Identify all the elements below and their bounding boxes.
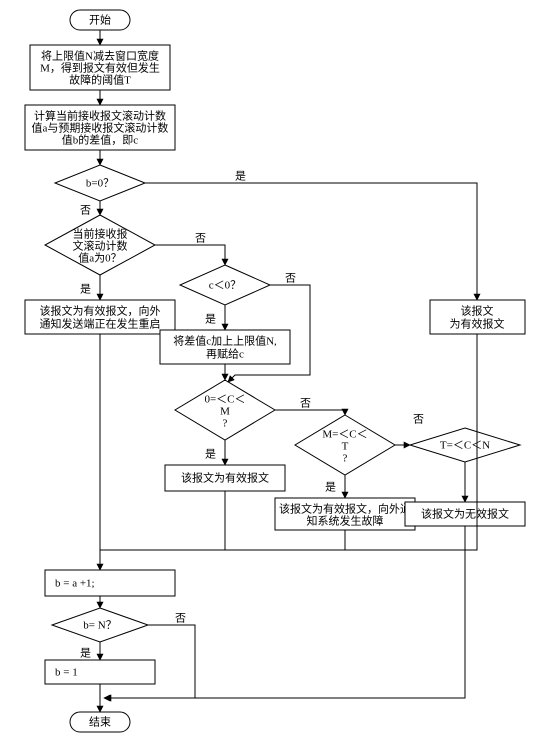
label: c＜0？ [209,280,241,292]
edge-cRange1-no-label: 否 [300,398,311,410]
edge-cNeg-no-label: 否 [285,273,296,285]
node-inc-b: b = a +1; [45,570,175,596]
label: 该报文为有效报文 [181,471,269,485]
label: 结束 [89,716,111,729]
l2: 值a与预期接收报文滚动计数 [32,121,169,135]
label: b = a +1; [55,578,95,590]
node-end: 结束 [70,712,130,732]
l2: 为有效报文 [450,317,505,331]
l1: 计算当前接收报文滚动计数 [34,109,166,123]
l1: 将差值c加上上限值N, [173,334,277,348]
l2: 知系统发生故障 [307,514,384,528]
node-b-zero: b=0？ [55,165,145,201]
node-invalid: 该报文为无效报文 [405,502,525,526]
node-c-range2: M=＜C＜ T ? [295,415,395,475]
l2: M，得到报文有效但发生 [40,61,160,75]
edge-cRange1-yes-label: 是 [205,448,216,461]
l1: M=＜C＜ [322,429,367,441]
l3: 故障的阈值T [69,73,131,87]
node-reset-b: b = 1 [45,660,155,684]
l1: 当前接收报 [73,227,128,241]
label: b= N？ [83,620,116,632]
label: b = 1 [55,667,78,679]
node-c-neg: c＜0？ [180,265,270,305]
flowchart: 开始 将上限值N减去窗口宽度 M，得到报文有效但发生 故障的阈值T 计算当前接收… [0,0,555,744]
edge-aZero-no-label: 否 [195,233,206,245]
l2: 通知发送端正在发生重启 [40,317,161,331]
edge-cRange1-no [275,410,345,415]
l1: 0=＜C＜ [204,394,245,406]
l1: 该报文为有效报文，向外 [40,304,161,318]
node-c-range1: 0=＜C＜ M ? [175,380,275,440]
l2: M [220,406,230,418]
node-valid-b: 该报文 为有效报文 [430,300,525,334]
edge-fault-merge [225,530,345,550]
l3: 值b的差值，即c [62,133,138,147]
node-b-eq-n: b= N？ [52,608,148,642]
edge-bEqN-no-label: 否 [175,613,186,625]
edge-validA-merge [100,491,225,550]
node-a-zero: 当前接收报 文滚动计数 值a为0？ [45,215,155,275]
edge-cNeg-yes-label: 是 [205,313,216,326]
node-fault: 该报文为有效报文，向外通 知系统发生故障 [275,498,415,530]
edge-aZero-yes-label: 是 [80,283,91,296]
l3: ? [343,453,348,465]
label: b=0？ [86,178,114,190]
node-start: 开始 [70,10,130,30]
node-valid-a: 该报文为有效报文 [165,465,285,491]
node-add-n: 将差值c加上上限值N, 再赋给c [160,330,290,364]
l3: ? [223,418,228,430]
node-restart: 该报文为有效报文，向外 通知发送端正在发生重启 [25,300,175,334]
l3: 值a为0？ [78,252,121,265]
l2: 再赋给c [206,348,244,361]
label: 开始 [89,13,111,27]
label: 该报文为无效报文 [421,507,509,521]
label: T=＜C＜N [440,440,490,452]
edge-bZero-no-label: 否 [80,205,91,217]
l1: 将上限值N减去窗口宽度 [41,49,159,63]
edge-bZero-yes-label: 是 [235,170,246,183]
edge-aZero-no [155,245,225,265]
l2: 文滚动计数 [73,239,128,253]
node-calc-c: 计算当前接收报文滚动计数 值a与预期接收报文滚动计数 值b的差值，即c [25,105,175,150]
edge-bEqN-yes-label: 是 [80,647,91,660]
edge-cRange2-no-label: 否 [413,414,424,426]
node-calc-t: 将上限值N减去窗口宽度 M，得到报文有效但发生 故障的阈值T [30,45,170,90]
edge-invalid-end [105,526,465,698]
l2: T [342,441,349,453]
edge-cRange2-yes-label: 是 [325,481,336,494]
node-c-range3: T=＜C＜N [410,428,520,462]
l1: 该报文 [461,304,494,318]
l1: 该报文为有效报文，向外通 [279,502,411,516]
